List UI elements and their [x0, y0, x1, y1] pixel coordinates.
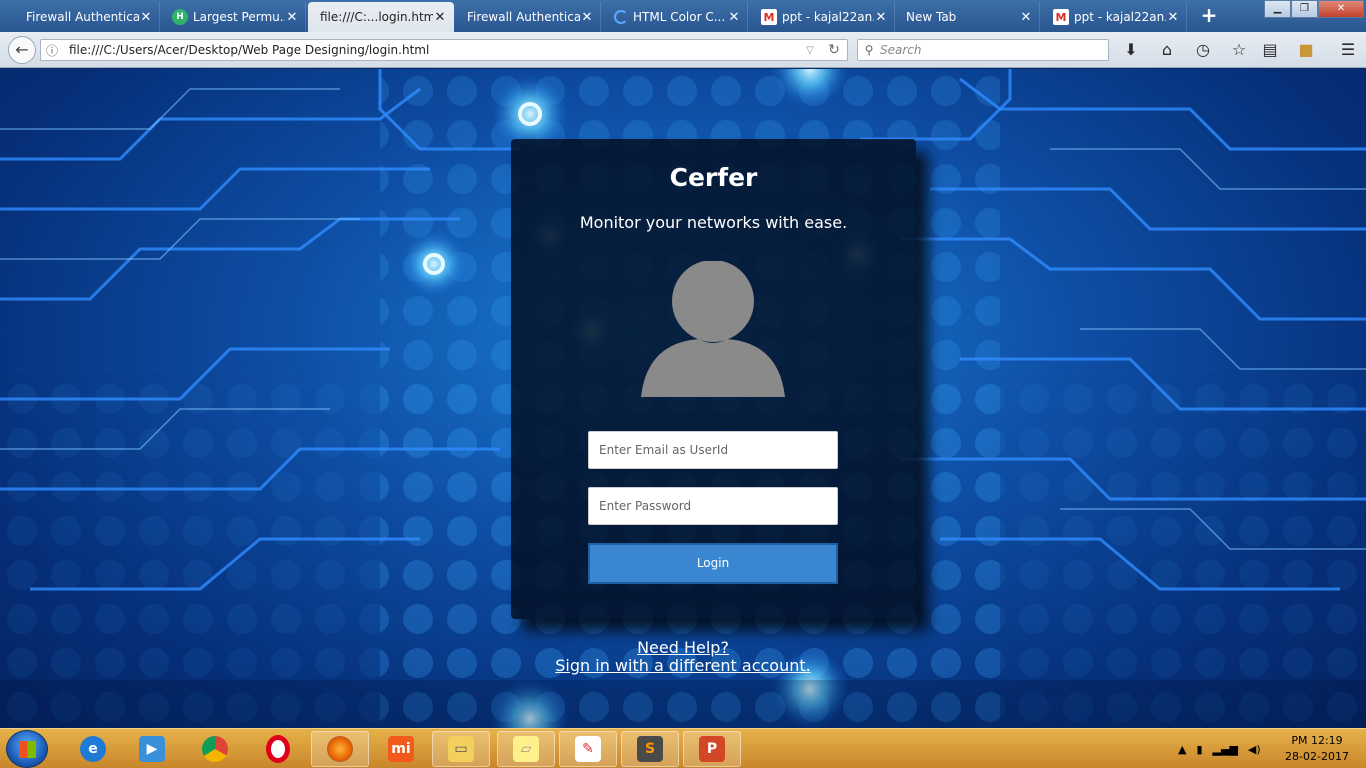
footer-band: [0, 680, 1366, 728]
tab-gmail-ppt-2[interactable]: M ppt - kajal22an... ✕: [1041, 2, 1187, 32]
system-tray: ▲ ▮ ▂▄▆ ◀): [1178, 729, 1261, 768]
power-icon[interactable]: ▮: [1196, 743, 1202, 756]
close-tab-icon[interactable]: ✕: [1019, 10, 1033, 25]
tab-largest-permutation[interactable]: H Largest Permu... ✕: [160, 2, 306, 32]
tab-title: ppt - kajal22an...: [1074, 10, 1166, 24]
chrome-icon[interactable]: [186, 731, 244, 767]
tab-title: New Tab: [906, 10, 957, 24]
url-text[interactable]: file:///C:/Users/Acer/Desktop/Web Page D…: [63, 43, 799, 57]
info-icon[interactable]: ⓘ: [41, 42, 63, 59]
window-controls: ▁ ❐ ✕: [1264, 0, 1364, 18]
close-tab-icon[interactable]: ✕: [874, 10, 888, 25]
mi-icon[interactable]: mi: [372, 731, 430, 767]
tab-title: Largest Permu...: [193, 10, 285, 24]
close-window-button[interactable]: ✕: [1318, 0, 1364, 18]
address-bar[interactable]: ⓘ file:///C:/Users/Acer/Desktop/Web Page…: [40, 39, 848, 61]
close-tab-icon[interactable]: ✕: [1166, 10, 1180, 25]
internet-explorer-icon[interactable]: e: [64, 731, 122, 767]
h-icon: H: [172, 9, 188, 25]
minimize-button[interactable]: ▁: [1264, 0, 1291, 18]
file-explorer-icon[interactable]: ▭: [432, 731, 490, 767]
tab-title: Firewall Authentica...: [26, 10, 139, 24]
search-icon: ⚲: [864, 43, 874, 57]
dropdown-arrow-icon[interactable]: ▽: [799, 45, 821, 56]
gmail-icon: M: [1053, 9, 1069, 25]
menu-icon[interactable]: ☰: [1337, 40, 1359, 62]
clock-date: 28-02-2017: [1285, 750, 1349, 763]
reading-list-icon[interactable]: ▤: [1259, 40, 1281, 62]
close-tab-icon[interactable]: ✕: [580, 10, 594, 25]
clock[interactable]: PM 12:19 28-02-2017: [1282, 733, 1352, 765]
close-tab-icon[interactable]: ✕: [433, 10, 447, 25]
opera-icon[interactable]: [249, 731, 307, 767]
history-icon[interactable]: ◷: [1192, 40, 1214, 62]
tab-title: HTML Color C...: [633, 10, 726, 24]
firefox-icon[interactable]: [311, 731, 369, 767]
search-placeholder: Search: [880, 43, 922, 57]
back-button[interactable]: ←: [8, 36, 36, 64]
tab-firewall-auth-2[interactable]: Firewall Authentica... ✕: [455, 2, 601, 32]
close-tab-icon[interactable]: ✕: [139, 10, 153, 25]
navigation-bar: ← ⓘ file:///C:/Users/Acer/Desktop/Web Pa…: [0, 32, 1366, 68]
home-icon[interactable]: ⌂: [1156, 40, 1178, 62]
clock-time: PM 12:19: [1291, 734, 1343, 747]
tab-login-html[interactable]: file:///C:...login.html ✕: [308, 2, 454, 32]
sublime-text-icon[interactable]: S: [621, 731, 679, 767]
loading-icon: [614, 10, 628, 24]
user-avatar-icon: [641, 261, 785, 397]
tab-gmail-ppt-1[interactable]: M ppt - kajal22an... ✕: [749, 2, 895, 32]
tab-title: Firewall Authentica...: [467, 10, 580, 24]
login-card: Cerfer Monitor your networks with ease. …: [511, 139, 916, 619]
paint-icon[interactable]: ✎: [559, 731, 617, 767]
show-hidden-icons-icon[interactable]: ▲: [1178, 743, 1186, 756]
maximize-button[interactable]: ❐: [1291, 0, 1318, 18]
page-viewport: Cerfer Monitor your networks with ease. …: [0, 69, 1366, 728]
different-account-link[interactable]: Sign in with a different account.: [0, 656, 1366, 675]
need-help-link[interactable]: Need Help?: [0, 638, 1366, 657]
close-tab-icon[interactable]: ✕: [727, 10, 741, 25]
powerpoint-icon[interactable]: P: [683, 731, 741, 767]
tab-new-tab[interactable]: New Tab ✕: [894, 2, 1040, 32]
tab-html-color-codes[interactable]: HTML Color C... ✕: [602, 2, 748, 32]
login-button[interactable]: Login: [588, 543, 838, 584]
extension-icon[interactable]: ■: [1295, 40, 1317, 62]
volume-icon[interactable]: ◀): [1248, 743, 1261, 756]
page-title: Cerfer: [669, 163, 758, 192]
password-field[interactable]: [588, 487, 838, 525]
tab-title: ppt - kajal22an...: [782, 10, 874, 24]
gmail-icon: M: [761, 9, 777, 25]
close-tab-icon[interactable]: ✕: [285, 10, 299, 25]
network-signal-icon[interactable]: ▂▄▆: [1213, 743, 1238, 756]
start-button[interactable]: [6, 730, 48, 768]
reload-icon[interactable]: ↻: [821, 42, 847, 58]
taskbar: e ▶ mi ▭ ▱ ✎ S P ▲ ▮ ▂▄▆ ◀) PM 12:19 28-…: [0, 728, 1366, 768]
sticky-notes-icon[interactable]: ▱: [497, 731, 555, 767]
tab-strip: Firewall Authentica... ✕ H Largest Permu…: [0, 0, 1366, 32]
page-subtitle: Monitor your networks with ease.: [579, 213, 848, 232]
downloads-icon[interactable]: ⬇: [1120, 40, 1142, 62]
new-tab-button[interactable]: +: [1198, 4, 1220, 28]
media-player-icon[interactable]: ▶: [123, 731, 181, 767]
tab-firewall-auth-1[interactable]: Firewall Authentica... ✕: [14, 2, 160, 32]
tab-title: file:///C:...login.html: [320, 10, 433, 24]
email-field[interactable]: [588, 431, 838, 469]
bookmark-star-icon[interactable]: ☆: [1228, 40, 1250, 62]
search-box[interactable]: ⚲ Search: [857, 39, 1109, 61]
